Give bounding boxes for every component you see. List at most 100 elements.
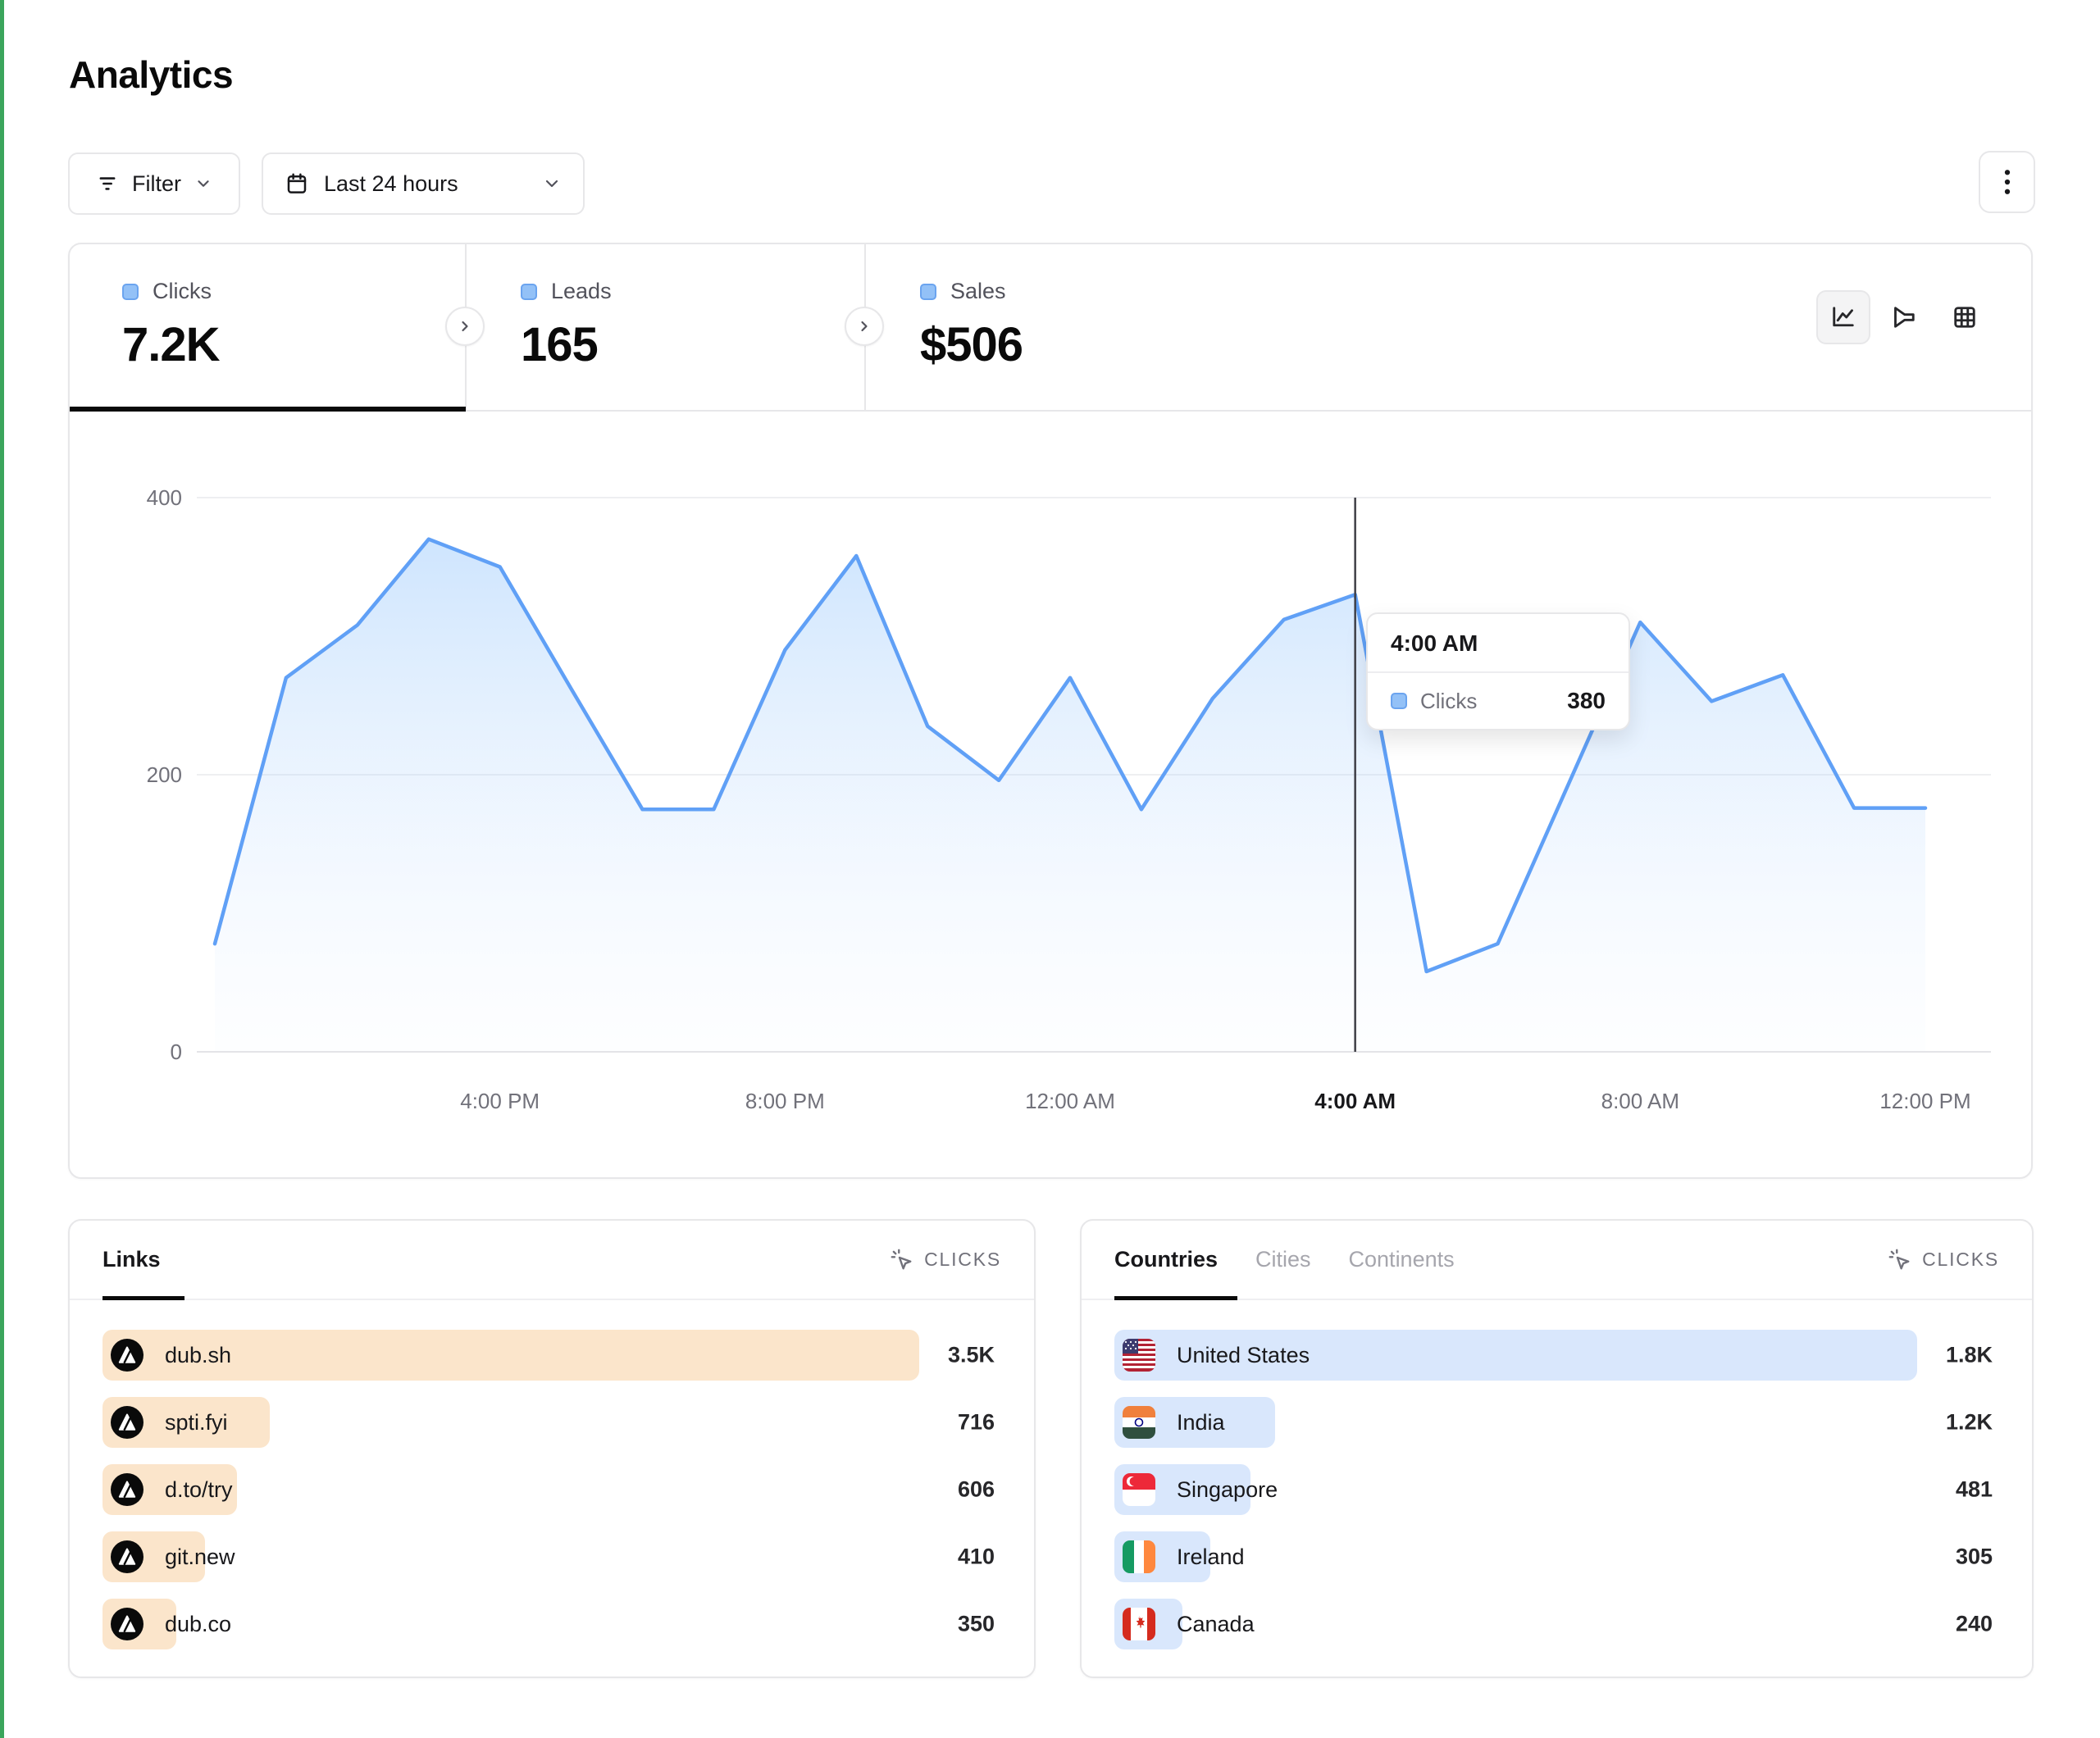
row-label: India [1177,1410,1225,1435]
countries-panel: Countries Cities Continents CLICKS Unite… [1080,1219,2034,1678]
line-chart-icon [1829,303,1858,332]
funnel-icon [1889,303,1919,332]
line-chart-view-button[interactable] [1816,290,1870,344]
leads-tab-value: 165 [521,317,612,372]
row-label: Canada [1177,1612,1255,1637]
row-value: 410 [958,1545,995,1570]
clicks-legend-chip [122,284,139,300]
links-list: dub.sh 3.5K spti.fyi 716 d.to/try 606 git.new 4… [70,1300,1034,1649]
table-view-button[interactable] [1938,290,1992,344]
analytics-chart-card: Clicks 7.2K Leads 165 Sales $506 [68,243,2033,1179]
cursor-click-icon [890,1248,914,1272]
flag-in-icon [1123,1406,1155,1439]
metric-tabs: Clicks 7.2K Leads 165 Sales $506 [70,244,2031,412]
row-content: India [1123,1397,1225,1448]
tab-continents[interactable]: Continents [1349,1247,1455,1272]
grid-table-icon [1950,303,1979,332]
countries-metric-label: CLICKS [1922,1249,1999,1271]
filter-button[interactable]: Filter [68,152,240,215]
list-item[interactable]: dub.co350 [102,1599,995,1649]
row-value: 1.2K [1946,1410,1993,1435]
row-label: United States [1177,1343,1310,1368]
sales-tab-value: $506 [920,317,1023,372]
calendar-icon [285,171,309,196]
page-title: Analytics [69,52,233,97]
row-label: d.to/try [165,1477,233,1503]
flag-sg-icon [1123,1473,1155,1506]
clicks-tab-label: Clicks [153,279,212,304]
expand-clicks-button[interactable] [445,307,485,346]
list-item[interactable]: d.to/try 606 [102,1464,995,1515]
row-label: git.new [165,1545,235,1570]
list-item[interactable]: United States1.8K [1114,1330,1993,1381]
tab-cities[interactable]: Cities [1255,1247,1311,1272]
row-value: 716 [958,1410,995,1435]
row-content: d.to/try [111,1464,233,1515]
funnel-view-button[interactable] [1877,290,1931,344]
chevron-down-icon [542,174,562,193]
active-tab-underline [102,1296,184,1300]
tab-countries[interactable]: Countries [1114,1247,1218,1272]
tooltip-value: 380 [1567,688,1606,714]
countries-list: United States1.8K India 1.2K Singapore 481 Ir… [1082,1300,2032,1649]
tooltip-legend-chip [1391,693,1407,709]
list-item[interactable]: spti.fyi 716 [102,1397,995,1448]
tab-links[interactable]: Links [102,1247,161,1272]
active-tab-underline [70,407,466,412]
countries-metric-toggle[interactable]: CLICKS [1888,1248,1999,1272]
filter-button-label: Filter [132,171,181,197]
leads-legend-chip [521,284,537,300]
row-content: Singapore [1123,1464,1278,1515]
flag-ie-icon [1123,1540,1155,1573]
list-item[interactable]: India 1.2K [1114,1397,1993,1448]
clicks-tab-value: 7.2K [122,317,220,372]
date-range-button[interactable]: Last 24 hours [262,152,585,215]
row-content: dub.co [111,1599,231,1649]
list-item[interactable]: Ireland 305 [1114,1531,1993,1582]
links-metric-label: CLICKS [924,1249,1001,1271]
expand-leads-button[interactable] [845,307,884,346]
tab-sales[interactable]: Sales $506 [920,279,1023,372]
dub-logo-avatar [111,1608,143,1640]
chevron-down-icon [194,175,212,193]
row-value: 240 [1956,1612,1993,1637]
row-content: spti.fyi [111,1397,228,1448]
row-content: Canada [1123,1599,1255,1649]
row-content: dub.sh [111,1330,231,1381]
page-left-accent-edge [0,0,4,1738]
row-content: Ireland [1123,1531,1245,1582]
tab-clicks[interactable]: Clicks 7.2K [122,279,220,372]
analytics-page: Analytics Filter Last 24 hours Clicks 7.… [0,0,2100,1738]
list-item[interactable]: git.new 410 [102,1531,995,1582]
links-metric-toggle[interactable]: CLICKS [890,1248,1001,1272]
row-label: dub.co [165,1612,231,1637]
row-value: 3.5K [948,1343,995,1368]
tooltip-time: 4:00 AM [1368,614,1629,673]
row-label: Singapore [1177,1477,1278,1503]
bar-track [1114,1397,1917,1448]
sales-tab-label: Sales [950,279,1006,304]
chevron-right-icon [457,318,473,334]
row-content: git.new [111,1531,235,1582]
flag-us-icon [1123,1339,1155,1372]
dub-logo-avatar [111,1540,143,1573]
row-label: dub.sh [165,1343,231,1368]
dub-logo-avatar [111,1406,143,1439]
more-options-button[interactable] [1979,151,2035,213]
row-label: spti.fyi [165,1410,228,1435]
kebab-menu-icon [1997,168,2018,196]
row-value: 606 [958,1477,995,1503]
chevron-right-icon [856,318,872,334]
list-item[interactable]: dub.sh 3.5K [102,1330,995,1381]
list-item[interactable]: Singapore 481 [1114,1464,1993,1515]
flag-ca-icon [1123,1608,1155,1640]
tooltip-series-label: Clicks [1420,689,1477,714]
tab-leads[interactable]: Leads 165 [521,279,612,372]
row-value: 305 [1956,1545,1993,1570]
filter-lines-icon [96,172,119,195]
row-label: Ireland [1177,1545,1245,1570]
dub-logo-avatar [111,1339,143,1372]
list-item[interactable]: Canada 240 [1114,1599,1993,1649]
row-value: 481 [1956,1477,1993,1503]
row-content: United States [1123,1330,1310,1381]
